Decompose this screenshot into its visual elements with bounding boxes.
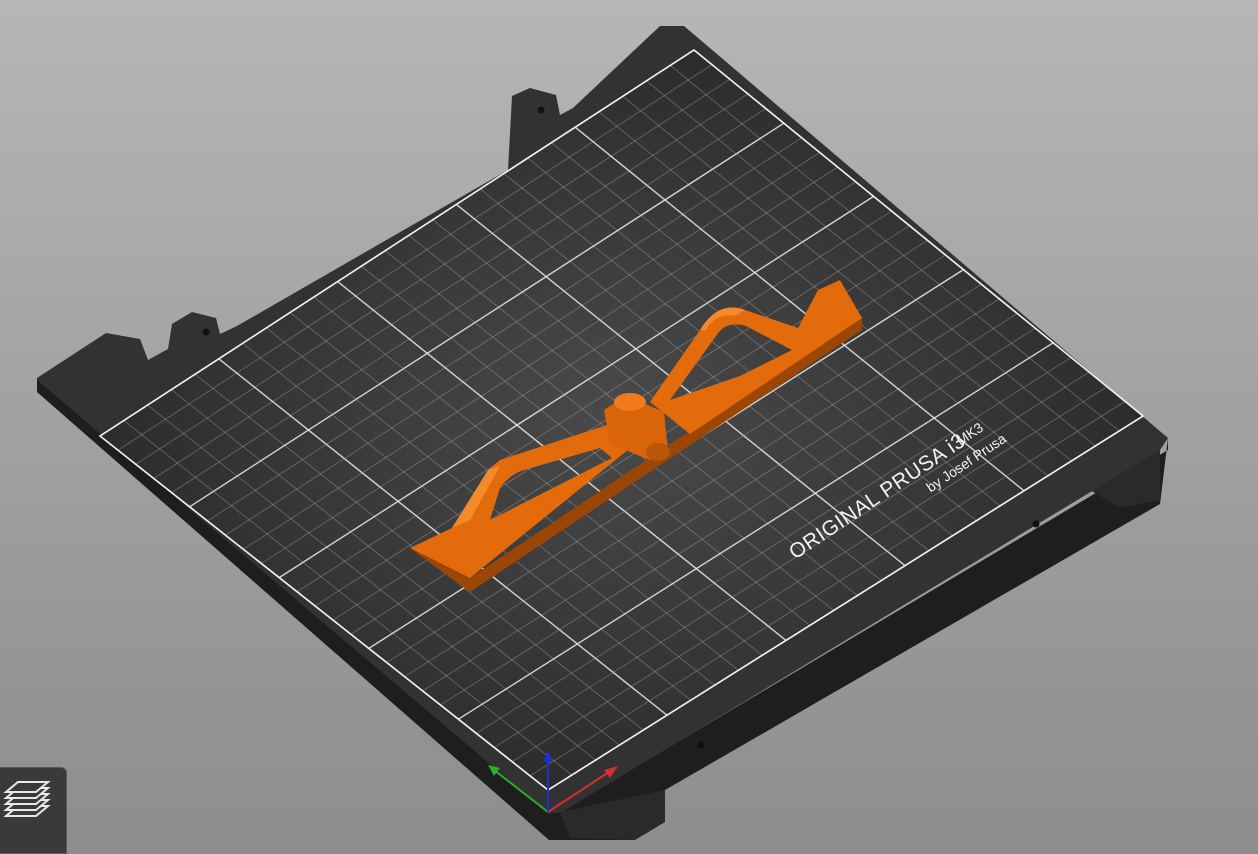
- model-hinge-top: [614, 393, 646, 411]
- bed-hole: [537, 106, 545, 114]
- bed-hole: [202, 328, 210, 336]
- bed-hole: [697, 741, 705, 749]
- layers-stack-icon: [3, 781, 51, 817]
- model-hinge-knuckle: [646, 443, 670, 461]
- bed-hole: [1032, 520, 1040, 528]
- layers-button[interactable]: [0, 767, 67, 854]
- 3d-viewport[interactable]: ORIGINAL PRUSA i3 MK3 by Josef Prusa: [0, 0, 1258, 854]
